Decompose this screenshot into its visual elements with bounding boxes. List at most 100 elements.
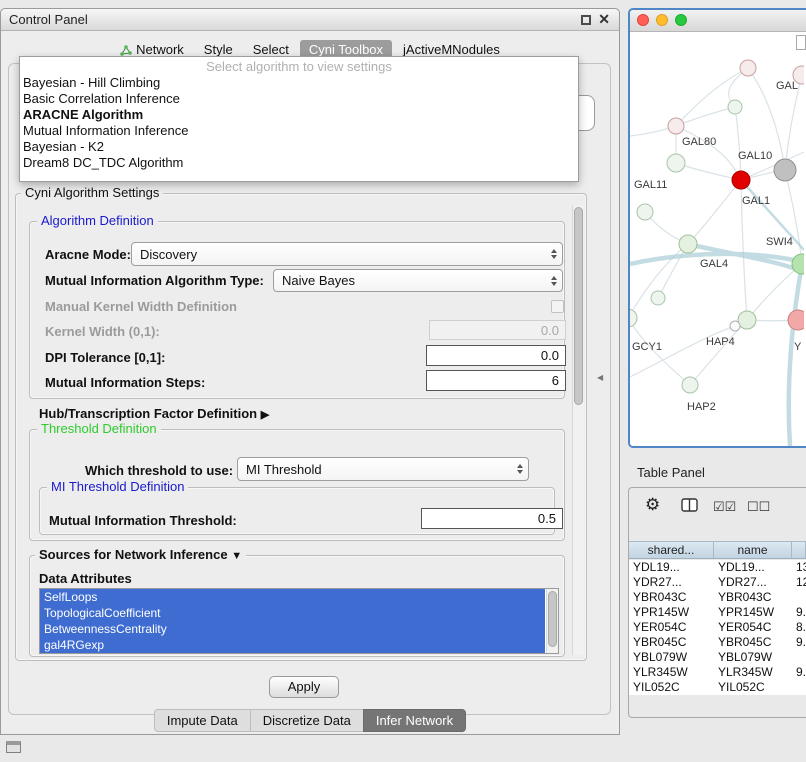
- float-window-button[interactable]: [581, 15, 591, 25]
- table-cell[interactable]: YLR345W: [629, 665, 714, 680]
- column-header-cut[interactable]: [792, 542, 806, 558]
- tab-infer-network[interactable]: Infer Network: [363, 709, 466, 732]
- mi-steps-input[interactable]: 6: [426, 370, 566, 391]
- table-row[interactable]: YPR145W YPR145W 9.: [629, 605, 806, 620]
- network-node[interactable]: [788, 310, 804, 330]
- list-item[interactable]: BetweennessCentrality: [40, 621, 545, 637]
- network-node[interactable]: [740, 60, 756, 76]
- table-cell[interactable]: YLR345W: [714, 665, 792, 680]
- dpi-tolerance-input[interactable]: 0.0: [426, 345, 566, 366]
- mi-threshold-input[interactable]: 0.5: [421, 508, 563, 529]
- table-row[interactable]: YER054C YER054C 8.: [629, 620, 806, 635]
- attributes-scrollbar-thumb[interactable]: [548, 591, 557, 647]
- minimized-panel-icon[interactable]: [6, 741, 21, 753]
- table-cell[interactable]: [792, 680, 806, 695]
- table-row[interactable]: YBL079W YBL079W: [629, 650, 806, 665]
- deselect-all-checkboxes-icon[interactable]: ☐☐: [747, 499, 770, 515]
- table-cell[interactable]: YDR27...: [714, 575, 792, 590]
- network-node[interactable]: [637, 204, 653, 220]
- table-cell[interactable]: [792, 590, 806, 605]
- table-cell[interactable]: YDR27...: [629, 575, 714, 590]
- table-cell[interactable]: 9.: [792, 635, 806, 650]
- minimize-button[interactable]: [656, 14, 668, 26]
- gear-icon[interactable]: ⚙: [645, 495, 660, 515]
- apply-button[interactable]: Apply: [269, 676, 339, 698]
- table-cell[interactable]: YER054C: [629, 620, 714, 635]
- popup-item-selected[interactable]: ARACNE Algorithm: [20, 107, 578, 123]
- network-node[interactable]: [738, 311, 756, 329]
- table-cell[interactable]: YIL052C: [629, 680, 714, 695]
- network-canvas[interactable]: GAL GAL80 GAL10 GAL11 GAL1 SWI4 GAL4 GCY…: [630, 32, 806, 446]
- close-icon[interactable]: ✕: [598, 11, 610, 28]
- table-cell[interactable]: 13: [792, 560, 806, 575]
- popup-item[interactable]: Basic Correlation Inference: [20, 91, 578, 107]
- table-cell[interactable]: YBR043C: [629, 590, 714, 605]
- algorithm-dropdown-popup: Select algorithm to view settings Bayesi…: [19, 56, 579, 182]
- which-threshold-select[interactable]: MI Threshold: [237, 457, 529, 481]
- column-header-shared-name[interactable]: shared...: [629, 542, 714, 558]
- table-row[interactable]: YLR345W YLR345W 9.: [629, 665, 806, 680]
- table-cell[interactable]: 9.: [792, 605, 806, 620]
- mi-steps-label: Mutual Information Steps:: [45, 375, 205, 390]
- table-row[interactable]: YBR043C YBR043C: [629, 590, 806, 605]
- columns-icon[interactable]: [681, 498, 698, 512]
- list-item[interactable]: SelfLoops: [40, 589, 545, 605]
- node-label: SWI4: [766, 236, 793, 248]
- settings-scrollbar[interactable]: [572, 205, 584, 655]
- table-cell[interactable]: 9.: [792, 665, 806, 680]
- network-scrollbar-corner[interactable]: [796, 35, 806, 50]
- network-window-titlebar[interactable]: [630, 10, 806, 32]
- network-node[interactable]: [679, 235, 697, 253]
- zoom-button[interactable]: [675, 14, 687, 26]
- table-cell[interactable]: [792, 650, 806, 665]
- network-node[interactable]: [774, 159, 796, 181]
- table-cell[interactable]: YIL052C: [714, 680, 792, 695]
- table-cell[interactable]: YER054C: [714, 620, 792, 635]
- tab-impute-data[interactable]: Impute Data: [154, 709, 250, 732]
- attributes-scrollbar[interactable]: [546, 589, 558, 653]
- popup-item[interactable]: Bayesian - K2: [20, 139, 578, 155]
- network-node[interactable]: [668, 118, 684, 134]
- mi-algorithm-type-select[interactable]: Naive Bayes: [273, 269, 563, 292]
- control-panel-titlebar[interactable]: Control Panel ✕: [1, 9, 619, 31]
- table-row[interactable]: YDL19... YDL19... 13: [629, 560, 806, 575]
- network-node[interactable]: [730, 321, 740, 331]
- table-cell[interactable]: YPR145W: [629, 605, 714, 620]
- table-cell[interactable]: YPR145W: [714, 605, 792, 620]
- select-all-checkboxes-icon[interactable]: ☑☑: [713, 499, 736, 515]
- network-graph[interactable]: GAL GAL80 GAL10 GAL11 GAL1 SWI4 GAL4 GCY…: [630, 32, 804, 448]
- table-cell[interactable]: YDL19...: [714, 560, 792, 575]
- manual-kernel-width-label: Manual Kernel Width Definition: [45, 299, 237, 314]
- sources-section-toggle[interactable]: Sources for Network Inference ▼: [35, 548, 246, 563]
- table-row[interactable]: YDR27... YDR27... 12: [629, 575, 806, 590]
- table-cell[interactable]: 12: [792, 575, 806, 590]
- list-item[interactable]: TopologicalCoefficient: [40, 605, 545, 621]
- close-button[interactable]: [637, 14, 649, 26]
- settings-scrollbar-thumb[interactable]: [574, 207, 583, 405]
- table-row[interactable]: YBR045C YBR045C 9.: [629, 635, 806, 650]
- network-node[interactable]: [630, 309, 637, 327]
- table-cell[interactable]: 8.: [792, 620, 806, 635]
- table-row[interactable]: YIL052C YIL052C: [629, 680, 806, 695]
- tab-discretize-data[interactable]: Discretize Data: [250, 709, 363, 732]
- column-header-name[interactable]: name: [714, 542, 792, 558]
- table-cell[interactable]: YBR043C: [714, 590, 792, 605]
- popup-item[interactable]: Bayesian - Hill Climbing: [20, 75, 578, 91]
- network-node[interactable]: [728, 100, 742, 114]
- network-node-selected[interactable]: [732, 171, 750, 189]
- aracne-mode-select[interactable]: Discovery: [131, 242, 563, 266]
- network-node[interactable]: [682, 377, 698, 393]
- mi-threshold-label: Mutual Information Threshold:: [49, 513, 237, 528]
- table-cell[interactable]: YBR045C: [629, 635, 714, 650]
- table-cell[interactable]: YBL079W: [629, 650, 714, 665]
- network-node[interactable]: [651, 291, 665, 305]
- popup-item[interactable]: Mutual Information Inference: [20, 123, 578, 139]
- table-cell[interactable]: YBR045C: [714, 635, 792, 650]
- splitter-collapse-icon[interactable]: ◀: [597, 373, 603, 382]
- mi-algorithm-type-value: Naive Bayes: [282, 273, 355, 288]
- table-cell[interactable]: YBL079W: [714, 650, 792, 665]
- table-cell[interactable]: YDL19...: [629, 560, 714, 575]
- network-node[interactable]: [667, 154, 685, 172]
- list-item[interactable]: gal4RGexp: [40, 637, 545, 653]
- popup-item[interactable]: Dream8 DC_TDC Algorithm: [20, 155, 578, 171]
